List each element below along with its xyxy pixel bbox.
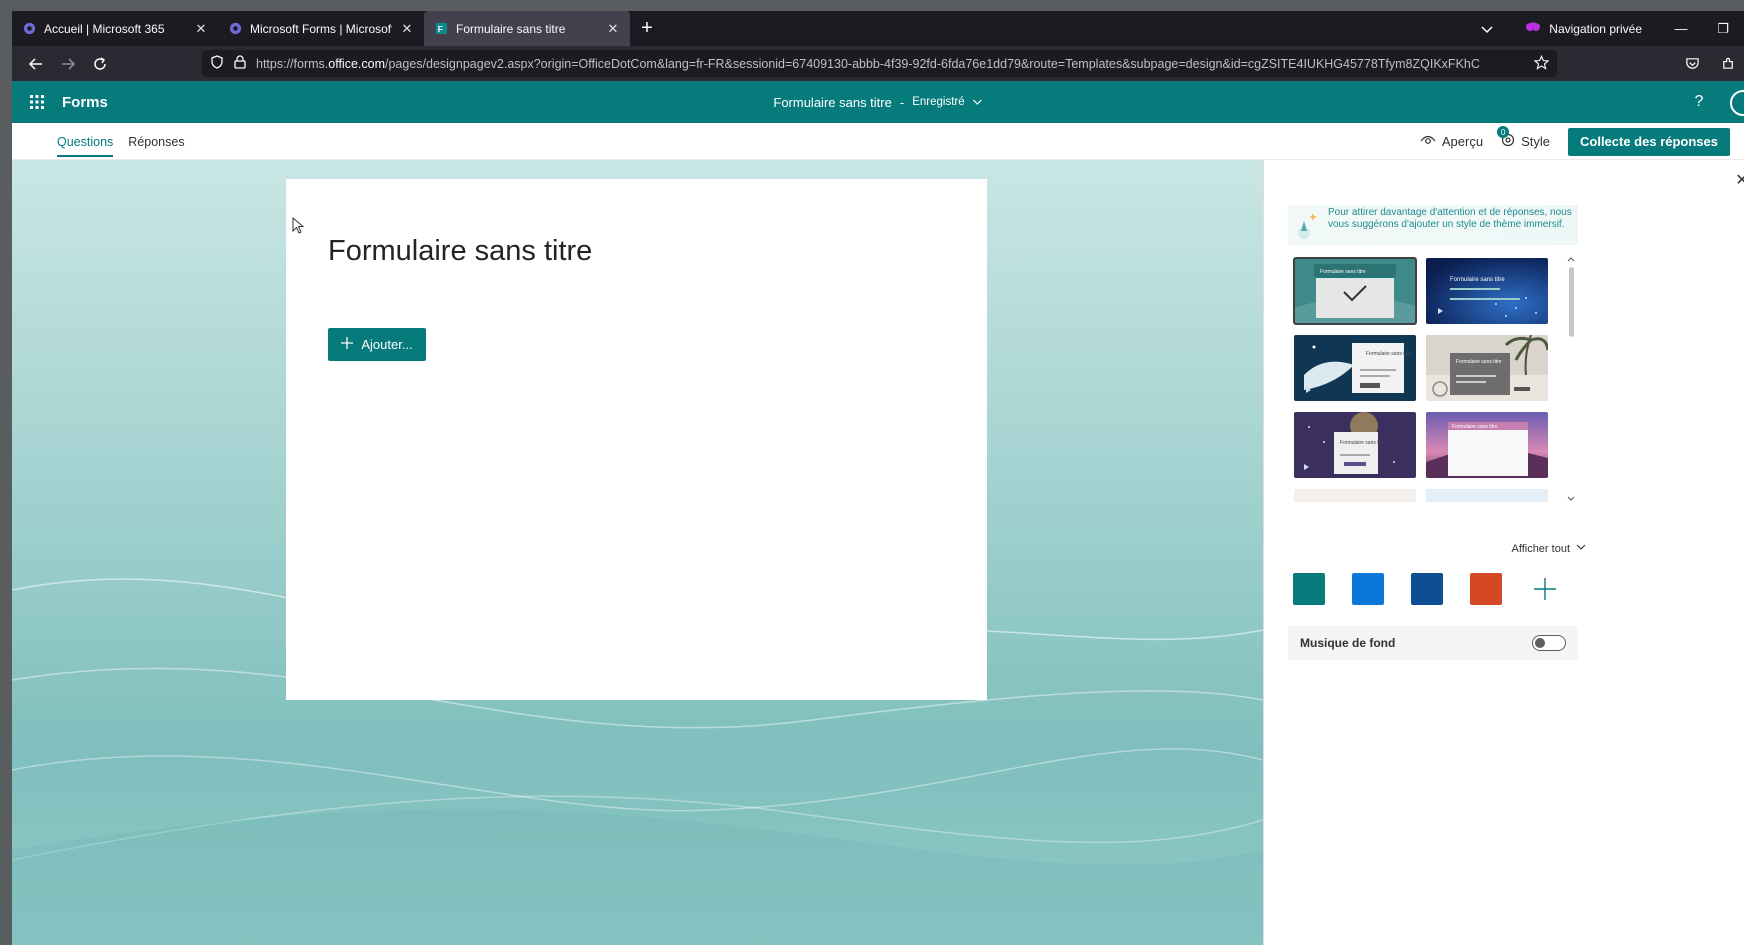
url-text: https://forms.office.com/pages/designpag… [256, 56, 1480, 71]
form-card: Formulaire sans titre Ajouter... [286, 179, 987, 700]
theme-option-sunset[interactable]: Formulaire sans titre [1426, 412, 1548, 478]
document-title[interactable]: Formulaire sans titre - Enregistré [773, 94, 983, 110]
style-badge: 0 [1497, 126, 1510, 138]
reload-icon[interactable] [84, 48, 116, 80]
browser-tab-accueil[interactable]: Accueil | Microsoft 365 ✕ [12, 11, 218, 46]
add-custom-color-icon[interactable] [1529, 573, 1561, 605]
color-swatches [1293, 573, 1561, 605]
style-panel: ✕ Pour attirer davantage d'attention et … [1263, 160, 1744, 945]
theme-suggestion-tip: Pour attirer davantage d'attention et de… [1288, 205, 1578, 245]
color-swatch-dark-blue[interactable] [1411, 573, 1443, 605]
browser-tab-untitled-form[interactable]: F Formulaire sans titre ✕ [424, 11, 630, 46]
theme-thumb-title: Formulaire sans titre [1340, 440, 1386, 446]
preview-button[interactable]: Aperçu [1420, 134, 1483, 149]
close-tab-icon[interactable]: ✕ [606, 21, 620, 36]
theme-option-purple-gold[interactable]: Formulaire sans titre [1294, 412, 1416, 478]
app-launcher-icon[interactable] [18, 81, 56, 123]
add-question-button[interactable]: Ajouter... [328, 328, 426, 361]
color-swatch-blue[interactable] [1352, 573, 1384, 605]
forward-icon[interactable] [52, 48, 84, 80]
browser-tab-bar: Accueil | Microsoft 365 ✕ Microsoft Form… [12, 11, 1744, 46]
avatar[interactable] [1730, 90, 1744, 116]
minimize-icon[interactable]: — [1660, 11, 1702, 46]
chevron-down-icon [1576, 542, 1586, 555]
theme-thumb-title: Formulaire sans titre [1366, 351, 1412, 357]
pivot-tabs: Questions Réponses [57, 123, 185, 160]
scroll-thumb[interactable] [1569, 267, 1574, 337]
private-mask-icon [1525, 21, 1541, 36]
doc-title-text: Formulaire sans titre [773, 94, 892, 110]
theme-thumb-title: Formulaire sans titre [1450, 277, 1505, 283]
close-tab-icon[interactable]: ✕ [194, 21, 208, 36]
tab-title: Accueil | Microsoft 365 [44, 21, 165, 36]
forms-app-icon: F [434, 22, 448, 36]
pocket-icon[interactable] [1676, 48, 1708, 80]
theme-gallery-scrollbar[interactable] [1566, 255, 1576, 503]
theme-thumb-title: Formulaire sans titre [1456, 359, 1502, 365]
private-browsing-indicator: Navigation privée [1507, 11, 1660, 46]
add-label: Ajouter... [361, 337, 413, 352]
form-canvas: Formulaire sans titre Ajouter... [12, 160, 1263, 945]
show-all-label: Afficher tout [1511, 542, 1571, 555]
microsoft365-icon [22, 22, 36, 36]
eye-icon [1420, 134, 1436, 149]
chevron-down-icon[interactable] [1467, 11, 1507, 46]
back-icon[interactable] [20, 48, 52, 80]
theme-option-light[interactable] [1294, 489, 1416, 502]
tab-responses[interactable]: Réponses [128, 123, 184, 160]
show-all-button[interactable]: Afficher tout [1512, 542, 1587, 555]
close-icon[interactable]: ✕ [1732, 170, 1744, 190]
restore-icon[interactable]: ❐ [1702, 11, 1744, 46]
new-tab-icon[interactable]: + [630, 11, 664, 46]
tracking-protection-icon[interactable] [210, 55, 224, 72]
tab-questions[interactable]: Questions [57, 123, 114, 160]
svg-text:F: F [437, 24, 442, 34]
screen: Accueil | Microsoft 365 ✕ Microsoft Form… [12, 11, 1744, 945]
color-swatch-orange[interactable] [1470, 573, 1502, 605]
command-bar: Questions Réponses Aperçu 0 Style Collec… [12, 123, 1744, 160]
background-music-setting: Musique de fond [1288, 626, 1578, 660]
theme-option-beach[interactable]: Formulaire sans titre [1426, 335, 1548, 401]
theme-option-ice[interactable]: Formulaire sans titre [1294, 335, 1416, 401]
tab-title: Microsoft Forms | Microsoft 365 [250, 21, 392, 36]
bookmark-star-icon[interactable] [1533, 54, 1550, 73]
plus-icon [341, 337, 354, 352]
close-tab-icon[interactable]: ✕ [400, 21, 414, 36]
background-music-toggle[interactable] [1532, 635, 1566, 651]
microsoft365-icon [228, 22, 242, 36]
sparkle-icon [1294, 207, 1320, 243]
style-button[interactable]: 0 Style [1497, 126, 1550, 150]
extensions-icon[interactable] [1712, 48, 1744, 80]
browser-nav-bar: https://forms.office.com/pages/designpag… [12, 46, 1744, 81]
address-bar[interactable]: https://forms.office.com/pages/designpag… [202, 50, 1557, 77]
collect-responses-button[interactable]: Collecte des réponses [1568, 127, 1730, 156]
tip-text: Pour attirer davantage d'attention et de… [1328, 207, 1572, 230]
browser-tab-forms-home[interactable]: Microsoft Forms | Microsoft 365 ✕ [218, 11, 424, 46]
style-label: Style [1521, 134, 1550, 149]
theme-thumb-title: Formulaire sans titre [1320, 269, 1366, 275]
theme-thumb-title: Formulaire sans titre [1452, 424, 1498, 430]
tab-title: Formulaire sans titre [456, 21, 566, 36]
preview-label: Aperçu [1441, 134, 1484, 149]
forms-header: Forms Formulaire sans titre - Enregistré… [12, 81, 1744, 123]
title-separator: - [899, 94, 905, 110]
theme-gallery: Formulaire sans titre Formulaire sans ti… [1292, 256, 1560, 502]
form-title[interactable]: Formulaire sans titre [328, 235, 592, 268]
theme-option-blue-light[interactable] [1426, 489, 1548, 502]
help-icon[interactable]: ? [1688, 91, 1710, 113]
app-name[interactable]: Forms [62, 94, 108, 111]
theme-option-teal[interactable]: Formulaire sans titre [1293, 257, 1417, 325]
private-label: Navigation privée [1549, 21, 1642, 36]
lock-icon[interactable] [234, 55, 246, 72]
music-label: Musique de fond [1300, 636, 1396, 650]
color-swatch-teal[interactable] [1293, 573, 1325, 605]
theme-option-galaxy[interactable]: Formulaire sans titre [1426, 258, 1548, 324]
chevron-down-icon [973, 95, 983, 110]
mouse-cursor-icon [292, 216, 305, 239]
saved-status: Enregistré [912, 96, 965, 108]
